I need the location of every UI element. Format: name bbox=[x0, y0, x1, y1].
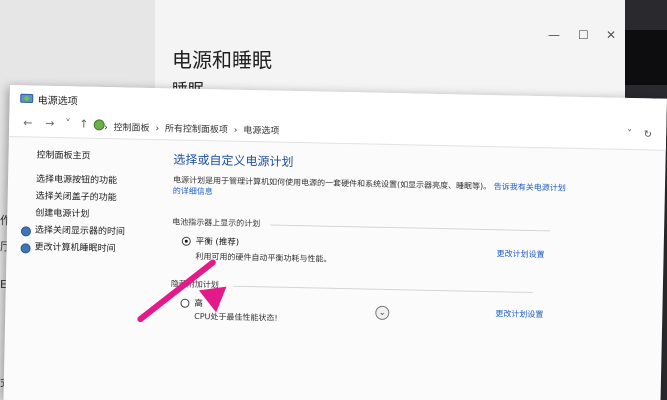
breadcrumb: › 控制面板 › 所有控制面板项 › 电源选项 bbox=[104, 120, 282, 137]
sidebar-item-display-off[interactable]: 选择关闭显示器的时间 bbox=[20, 223, 126, 242]
breadcrumb-separator: › bbox=[233, 125, 238, 136]
back-icon[interactable]: ← bbox=[23, 116, 32, 129]
change-plan-settings-link[interactable]: 更改计划设置 bbox=[496, 248, 544, 260]
sidebar-item-power-button[interactable]: 选择电源按钮的功能 bbox=[36, 172, 126, 191]
recent-dropdown-icon[interactable]: ˅ bbox=[65, 117, 71, 130]
breadcrumb-power-options[interactable]: 电源选项 bbox=[243, 126, 279, 137]
breadcrumb-control-panel[interactable]: 控制面板 bbox=[113, 123, 149, 134]
maximize-icon[interactable]: ☐ bbox=[578, 28, 589, 42]
plan-balanced[interactable]: 平衡 (推荐) bbox=[181, 235, 240, 248]
power-plan-info-link-cont[interactable]: 的详细信息 bbox=[173, 186, 213, 196]
battery-plans-group-label: 电池指示器上显示的计划 bbox=[172, 217, 261, 229]
shield-icon bbox=[20, 242, 31, 253]
address-dropdown-icon[interactable]: ˅ bbox=[627, 129, 632, 140]
group-divider bbox=[232, 285, 533, 293]
task-link-list: 选择电源按钮的功能 选择关闭盖子的功能 创建电源计划 选择关闭显示器的时间 更改… bbox=[20, 172, 126, 259]
minimize-icon[interactable]: — bbox=[548, 28, 560, 42]
page-description: 电源计划是用于管理计算机如何使用电源的一套硬件和系统设置(如显示器亮度、睡眠等)… bbox=[173, 174, 573, 204]
power-options-icon bbox=[20, 93, 34, 103]
sidebar-item-label: 选择电源按钮的功能 bbox=[35, 174, 118, 187]
breadcrumb-all-items[interactable]: 所有控制面板项 bbox=[165, 124, 228, 135]
desktop-edge-dark bbox=[625, 30, 667, 85]
close-icon[interactable]: ✕ bbox=[606, 28, 616, 42]
plan-radio[interactable] bbox=[180, 298, 190, 308]
group-divider bbox=[270, 224, 551, 232]
plan-radio-selected[interactable] bbox=[181, 236, 191, 246]
up-icon[interactable]: ↑ bbox=[79, 117, 88, 130]
plan-name: 高 bbox=[194, 298, 204, 310]
page-title: 选择或自定义电源计划 bbox=[173, 152, 294, 169]
task-sidebar: 控制面板主页 选择电源按钮的功能 选择关闭盖子的功能 创建电源计划 选择关闭显示… bbox=[3, 137, 158, 400]
sidebar-item-label: 选择关闭显示器的时间 bbox=[34, 225, 126, 238]
background-page-title: 电源和睡眠 bbox=[172, 48, 272, 72]
sidebar-item-label: 更改计算机睡眠时间 bbox=[34, 242, 116, 255]
window-title: 电源选项 bbox=[37, 95, 78, 108]
refresh-icon[interactable]: ↻ bbox=[644, 129, 653, 140]
power-options-window: 电源选项 ← → ˅ ↑ › 控制面板 › 所有控制面板项 › 电源选项 ˅ ↻… bbox=[3, 85, 667, 400]
main-content: 选择或自定义电源计划 电源计划是用于管理计算机如何使用电源的一套硬件和系统设置(… bbox=[168, 140, 643, 400]
shield-icon bbox=[20, 225, 32, 236]
breadcrumb-separator: › bbox=[155, 124, 160, 135]
breadcrumb-separator: › bbox=[104, 122, 108, 134]
power-plan-info-link[interactable]: 告诉我有关电源计划 bbox=[494, 182, 566, 193]
sidebar-item-label: 创建电源计划 bbox=[35, 208, 90, 220]
plan-high-performance[interactable]: 高 bbox=[180, 297, 203, 309]
plan-description: CPU处于最佳性能状态! bbox=[194, 311, 278, 323]
description-text: 电源计划是用于管理计算机如何使用电源的一套硬件和系统设置(如显示器亮度、睡眠等)… bbox=[172, 175, 492, 192]
sidebar-item-label: 选择关闭盖子的功能 bbox=[35, 191, 117, 204]
forward-icon[interactable]: → bbox=[45, 117, 54, 130]
plan-name: 平衡 (推荐) bbox=[195, 236, 240, 248]
control-panel-home-link[interactable]: 控制面板主页 bbox=[36, 148, 90, 162]
change-plan-settings-link[interactable]: 更改计划设置 bbox=[495, 308, 543, 320]
sidebar-item-create-plan[interactable]: 创建电源计划 bbox=[35, 206, 125, 225]
sidebar-item-sleep-time[interactable]: 更改计算机睡眠时间 bbox=[20, 240, 124, 259]
sidebar-item-close-lid[interactable]: 选择关闭盖子的功能 bbox=[35, 189, 125, 208]
